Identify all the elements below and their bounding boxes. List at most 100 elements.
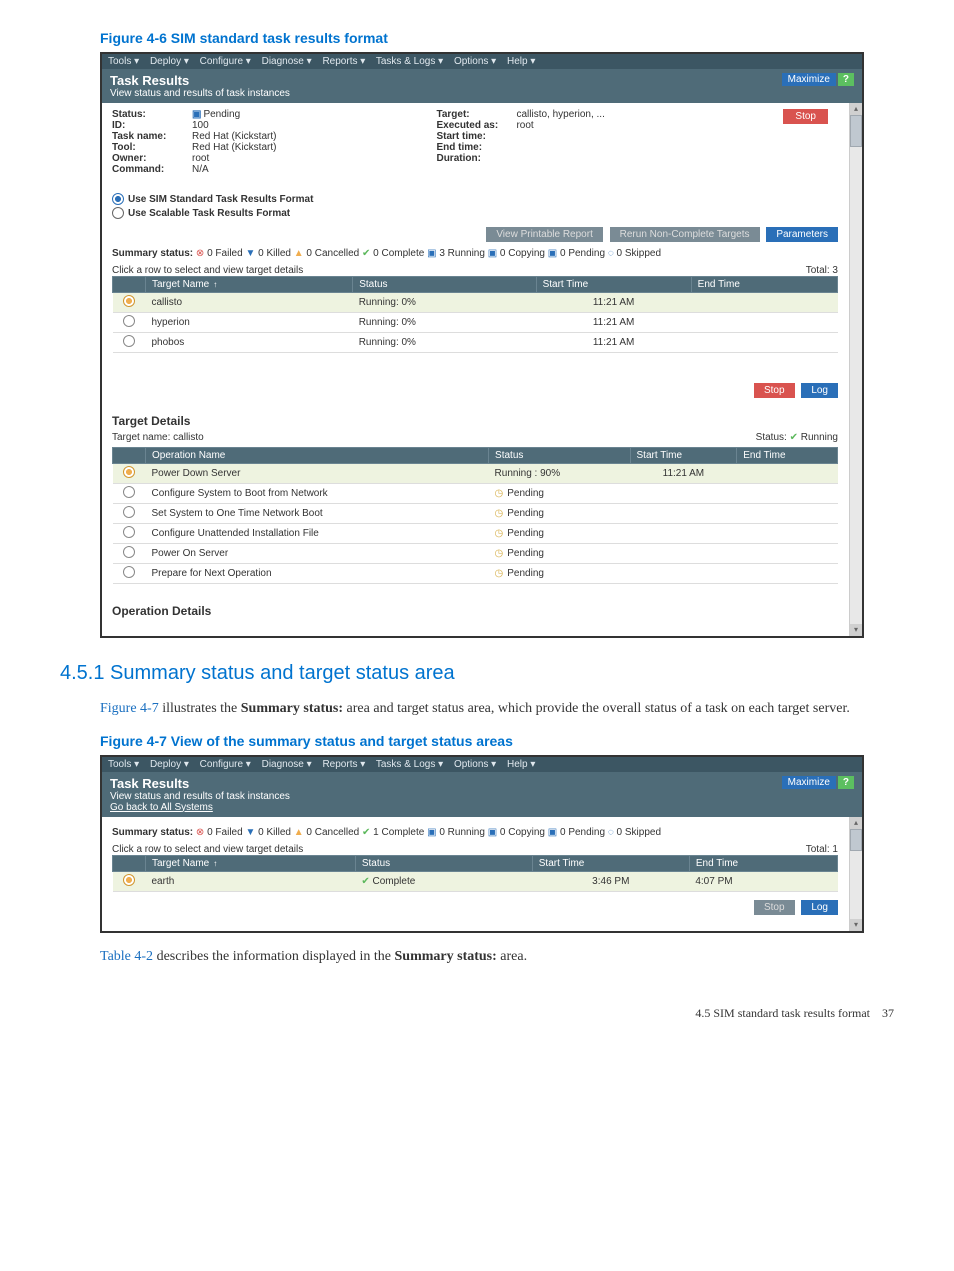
section-paragraph: Figure 4-7 illustrates the Summary statu… [100,699,894,719]
scroll-thumb[interactable] [850,115,862,147]
scrollbar[interactable]: ▴ ▾ [849,817,862,931]
pending-summary-icon: ▣ [548,248,557,259]
scrollbar[interactable]: ▴ ▾ [849,103,862,636]
log-button[interactable]: Log [801,383,838,398]
col-op-start[interactable]: Start Time [630,448,737,464]
menu-diagnose[interactable]: Diagnose ▾ [262,56,312,67]
menu-tools[interactable]: Tools ▾ [108,759,139,770]
menu-reports[interactable]: Reports ▾ [322,759,365,770]
stop-button[interactable]: Stop [783,109,828,124]
row-radio-icon [123,335,135,347]
radio-sim-format[interactable]: Use SIM Standard Task Results Format [112,193,838,205]
sort-arrow-icon: ↑ [213,859,217,868]
fig46-window: Tools ▾ Deploy ▾ Configure ▾ Diagnose ▾ … [100,52,864,638]
menu-diagnose[interactable]: Diagnose ▾ [262,759,312,770]
maximize-button[interactable]: Maximize [782,73,836,86]
running-icon: ▣ [427,827,436,838]
menu-deploy[interactable]: Deploy ▾ [150,759,189,770]
figure-4-6-caption: Figure 4-6 SIM standard task results for… [100,30,894,46]
menu-help[interactable]: Help ▾ [507,56,535,67]
parameters-button[interactable]: Parameters [766,227,838,242]
col-end-time[interactable]: End Time [689,855,837,871]
table-row[interactable]: Configure Unattended Installation File ◷… [113,524,838,544]
help-button[interactable]: ? [838,776,854,789]
owner-label: Owner: [112,153,192,164]
col-target-name[interactable]: Target Name↑ [146,855,356,871]
table-row[interactable]: Set System to One Time Network Boot ◷Pen… [113,504,838,524]
sort-arrow-icon: ↑ [213,280,217,289]
scroll-thumb[interactable] [850,829,862,851]
menu-configure[interactable]: Configure ▾ [200,56,251,67]
col-status[interactable]: Status [355,855,532,871]
row-radio-icon [123,526,135,538]
row-radio-icon [123,566,135,578]
radio-scalable-format[interactable]: Use Scalable Task Results Format [112,207,838,219]
col-target-name[interactable]: Target Name↑ [146,277,353,293]
pending-icon: ◷ [495,488,504,499]
menu-options[interactable]: Options ▾ [454,56,496,67]
table-row[interactable]: Configure System to Boot from Network ◷P… [113,484,838,504]
copying-icon: ▣ [488,248,497,259]
stop-button-2[interactable]: Stop [754,383,795,398]
menu-deploy[interactable]: Deploy ▾ [150,56,189,67]
row-radio-icon [123,295,135,307]
radio1-label: Use SIM Standard Task Results Format [128,194,313,205]
stop-button[interactable]: Stop [754,900,795,915]
scroll-down-icon[interactable]: ▾ [850,624,862,636]
status-value: Pending [203,109,240,120]
table-row[interactable]: hyperion Running: 0% 11:21 AM [113,313,838,333]
rerun-button[interactable]: Rerun Non-Complete Targets [610,227,760,242]
col-end-time[interactable]: End Time [691,277,837,293]
menu-reports[interactable]: Reports ▾ [322,56,365,67]
table-row[interactable]: Prepare for Next Operation ◷Pending [113,564,838,584]
col-op-status[interactable]: Status [489,448,630,464]
endtime-label: End time: [436,142,516,153]
complete-check-icon: ✔ [361,876,372,887]
target-name-label: Target name: [112,432,173,443]
scroll-up-icon[interactable]: ▴ [850,817,862,829]
table-row[interactable]: callisto Running: 0% 11:21 AM [113,293,838,313]
col-start-time[interactable]: Start Time [536,277,691,293]
operation-details-heading: Operation Details [112,604,838,618]
col-operation-name[interactable]: Operation Name [146,448,489,464]
status-value-2: Running [801,432,838,443]
scroll-down-icon[interactable]: ▾ [850,919,862,931]
menu-options[interactable]: Options ▾ [454,759,496,770]
scroll-up-icon[interactable]: ▴ [850,103,862,115]
col-status[interactable]: Status [353,277,536,293]
targets-table: Target Name↑ Status Start Time End Time … [112,276,838,353]
col-start-time[interactable]: Start Time [532,855,689,871]
targets-table: Target Name↑ Status Start Time End Time … [112,855,838,892]
radio2-label: Use Scalable Task Results Format [128,208,290,219]
table-ref-paragraph: Table 4-2 describes the information disp… [100,947,894,967]
title-bar: Task Results View status and results of … [102,69,862,103]
page-subtitle: View status and results of task instance… [110,791,290,802]
menu-tasks-logs[interactable]: Tasks & Logs ▾ [376,56,443,67]
row-radio-icon [123,874,135,886]
maximize-button[interactable]: Maximize [782,776,836,789]
table-row[interactable]: phobos Running: 0% 11:21 AM [113,333,838,353]
pending-icon: ◷ [495,568,504,579]
operations-table: Operation Name Status Start Time End Tim… [112,447,838,584]
page-title: Task Results [110,73,290,88]
row-radio-icon [123,506,135,518]
menubar: Tools ▾ Deploy ▾ Configure ▾ Diagnose ▾ … [102,54,862,69]
col-op-end[interactable]: End Time [737,448,838,464]
log-button[interactable]: Log [801,900,838,915]
view-printable-report-button[interactable]: View Printable Report [486,227,603,242]
table-row[interactable]: Power On Server ◷Pending [113,544,838,564]
menu-tasks-logs[interactable]: Tasks & Logs ▾ [376,759,443,770]
table-row[interactable]: earth ✔ Complete 3:46 PM 4:07 PM [113,871,838,891]
status-running-icon: ✔ [790,432,801,443]
help-button[interactable]: ? [838,73,854,86]
menu-help[interactable]: Help ▾ [507,759,535,770]
radio-selected-icon [112,193,124,205]
table-row[interactable]: Power Down Server Running : 90% 11:21 AM [113,464,838,484]
col-select[interactable] [113,277,146,293]
menu-configure[interactable]: Configure ▾ [200,759,251,770]
go-back-link[interactable]: Go back to All Systems [110,802,290,813]
menu-tools[interactable]: Tools ▾ [108,56,139,67]
summary-status-line: Summary status: ⊗ 0 Failed ▼ 0 Killed ▲ … [112,248,838,259]
row-radio-icon [123,466,135,478]
footer-page-number: 37 [882,1006,894,1021]
